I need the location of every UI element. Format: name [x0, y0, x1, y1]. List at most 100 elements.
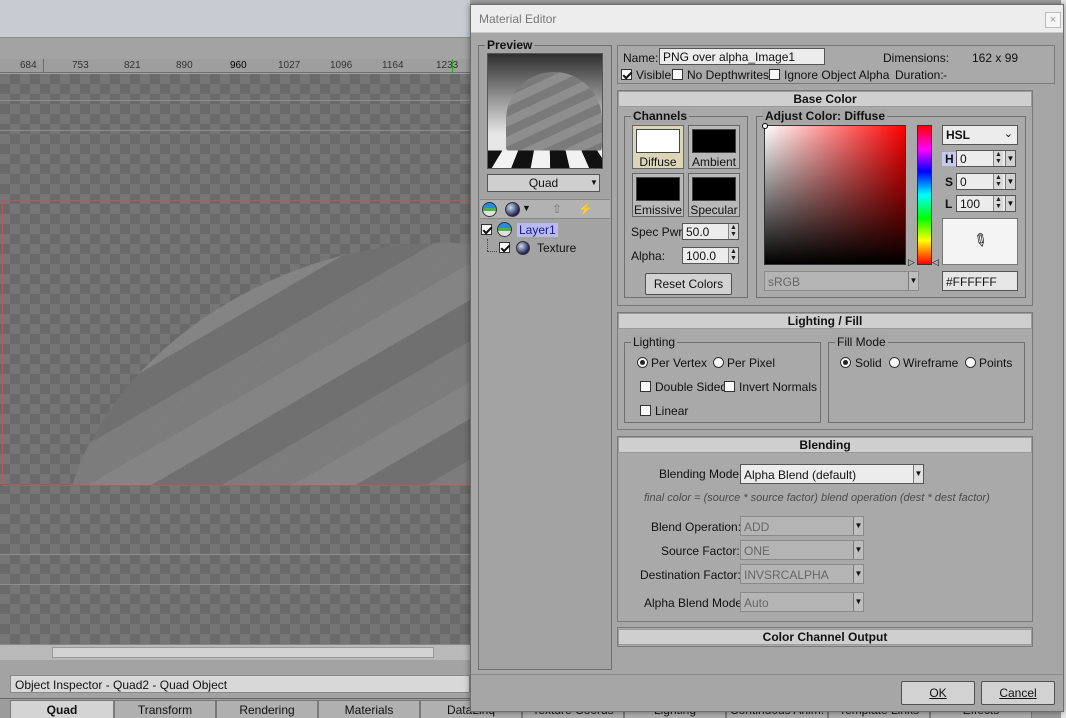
lighting-fill-title[interactable]: Lighting / Fill: [618, 313, 1032, 329]
chevron-down-icon: ▼: [590, 178, 598, 187]
material-preview-image: [487, 53, 603, 169]
blending-title[interactable]: Blending: [618, 437, 1032, 453]
tab-transform[interactable]: Transform: [114, 700, 216, 718]
ignore-object-alpha-checkbox[interactable]: [769, 69, 780, 80]
eyedropper-icon: ✎: [969, 228, 992, 253]
quad-image-content: [63, 201, 470, 485]
color-channel-output-title[interactable]: Color Channel Output: [618, 629, 1032, 645]
hue-marker-right-icon[interactable]: ◁: [932, 257, 939, 268]
reset-colors-button[interactable]: Reset Colors: [645, 273, 732, 295]
alpha-blend-mode-value: Auto: [744, 596, 769, 610]
h-label: H: [942, 152, 957, 166]
channels-label: Channels: [631, 109, 690, 123]
color-space-select[interactable]: sRGB ▼: [764, 271, 919, 291]
chevron-down-icon[interactable]: ▼: [1005, 151, 1015, 166]
hue-slider[interactable]: [917, 125, 932, 265]
tab-quad[interactable]: Quad: [10, 700, 114, 718]
name-input[interactable]: PNG over alpha_Image1: [659, 48, 825, 65]
wireframe-radio[interactable]: [889, 357, 900, 368]
source-factor-select[interactable]: ONE ▼: [740, 540, 864, 560]
spec-pwr-label: Spec Pwr:: [631, 225, 686, 239]
texture-checkbox[interactable]: [499, 242, 510, 253]
color-model-select[interactable]: HSL ⌄: [942, 125, 1018, 145]
spinner-icon[interactable]: ▲ ▼: [993, 151, 1003, 166]
base-color-title[interactable]: Base Color: [618, 91, 1032, 107]
ambient-swatch[interactable]: Ambient: [688, 125, 740, 169]
adjust-color-label: Adjust Color: Diffuse: [763, 109, 887, 123]
specular-swatch[interactable]: Specular: [688, 173, 740, 217]
linear-label: Linear: [655, 404, 689, 418]
texture-label[interactable]: Texture: [537, 241, 576, 255]
close-icon: ×: [1049, 14, 1057, 26]
linear-checkbox[interactable]: [640, 405, 651, 416]
spec-pwr-input[interactable]: 50.0 ▲ ▼: [682, 223, 739, 240]
visible-checkbox[interactable]: [621, 69, 632, 80]
name-label: Name:: [623, 51, 659, 65]
ambient-label: Ambient: [691, 155, 737, 169]
chevron-down-icon[interactable]: ▼: [1005, 174, 1015, 189]
ruler-marker: [43, 59, 44, 73]
blend-operation-select[interactable]: ADD ▼: [740, 516, 864, 536]
destination-factor-select[interactable]: INVSRCALPHA ▼: [740, 564, 864, 584]
alpha-input[interactable]: 100.0 ▲ ▼: [682, 247, 739, 264]
hue-marker-left-icon[interactable]: ▷: [908, 257, 915, 268]
ok-button[interactable]: OK: [901, 681, 975, 705]
spinner-icon[interactable]: ▲ ▼: [728, 248, 738, 263]
horizontal-scrollbar[interactable]: [0, 644, 470, 660]
spinner-icon[interactable]: ▲ ▼: [728, 224, 738, 239]
per-vertex-radio[interactable]: [637, 357, 648, 368]
no-depthwrites-checkbox[interactable]: [672, 69, 683, 80]
cancel-button[interactable]: Cancel: [981, 681, 1055, 705]
tab-rendering[interactable]: Rendering: [216, 700, 318, 718]
invert-normals-label: Invert Normals: [739, 380, 818, 394]
per-pixel-radio[interactable]: [713, 357, 724, 368]
emissive-color: [636, 177, 680, 201]
spinner-icon[interactable]: ▲ ▼: [993, 196, 1003, 211]
hue-input[interactable]: 0 ▲ ▼ ▼: [956, 150, 1016, 167]
chevron-down-icon[interactable]: ▼: [522, 203, 531, 213]
spinner-icon[interactable]: ▲ ▼: [993, 174, 1003, 189]
emissive-label: Emissive: [633, 203, 682, 217]
layer1-label[interactable]: Layer1: [517, 223, 558, 237]
lightness-input[interactable]: 100 ▲ ▼ ▼: [956, 195, 1016, 212]
saturation-input[interactable]: 0 ▲ ▼ ▼: [956, 173, 1016, 190]
guide-line: [0, 130, 470, 131]
points-radio[interactable]: [965, 357, 976, 368]
emissive-swatch[interactable]: Emissive: [632, 173, 684, 217]
tree-line: [487, 251, 497, 252]
sv-cursor[interactable]: [762, 123, 768, 129]
blending-mode-select[interactable]: Alpha Blend (default) ▼: [740, 464, 924, 484]
selected-quad-object[interactable]: [2, 200, 470, 486]
chevron-down-icon: ⌄: [1003, 128, 1013, 140]
layer1-checkbox[interactable]: [481, 224, 492, 235]
ruler-tick: 1233: [436, 60, 459, 71]
alpha-blend-mode-select[interactable]: Auto ▼: [740, 592, 864, 612]
close-button[interactable]: ×: [1045, 12, 1061, 28]
double-sided-checkbox[interactable]: [640, 381, 651, 392]
scene-canvas[interactable]: [0, 74, 470, 644]
alpha-label: Alpha:: [631, 249, 666, 263]
guide-line: [0, 100, 470, 101]
texture-icon: [516, 241, 530, 255]
alpha-blend-mode-label: Alpha Blend Mode:: [644, 596, 746, 610]
fill-mode-label: Fill Mode: [835, 335, 888, 349]
chevron-down-icon: ▼: [853, 517, 863, 535]
add-texture-icon[interactable]: [505, 202, 520, 217]
chevron-down-icon: ▼: [913, 465, 923, 483]
eyedropper-button[interactable]: ✎: [942, 218, 1018, 265]
hex-color-input[interactable]: #FFFFFF: [942, 271, 1018, 291]
dialog-titlebar[interactable]: Material Editor ×: [471, 5, 1063, 33]
move-up-icon[interactable]: ⇧: [552, 202, 562, 216]
preview-label: Preview: [485, 38, 535, 52]
invert-normals-checkbox[interactable]: [724, 381, 735, 392]
solid-radio[interactable]: [840, 357, 851, 368]
tab-materials[interactable]: Materials: [318, 700, 420, 718]
preview-shape-select[interactable]: Quad ▼: [487, 174, 600, 192]
guide-line: [0, 554, 470, 555]
delete-layer-icon[interactable]: ⚡: [578, 202, 593, 216]
scrollbar-thumb[interactable]: [52, 647, 434, 658]
chevron-down-icon[interactable]: ▼: [1005, 196, 1015, 211]
saturation-value-picker[interactable]: [762, 123, 906, 265]
add-layer-icon[interactable]: [482, 202, 497, 217]
diffuse-swatch[interactable]: Diffuse: [632, 125, 684, 169]
